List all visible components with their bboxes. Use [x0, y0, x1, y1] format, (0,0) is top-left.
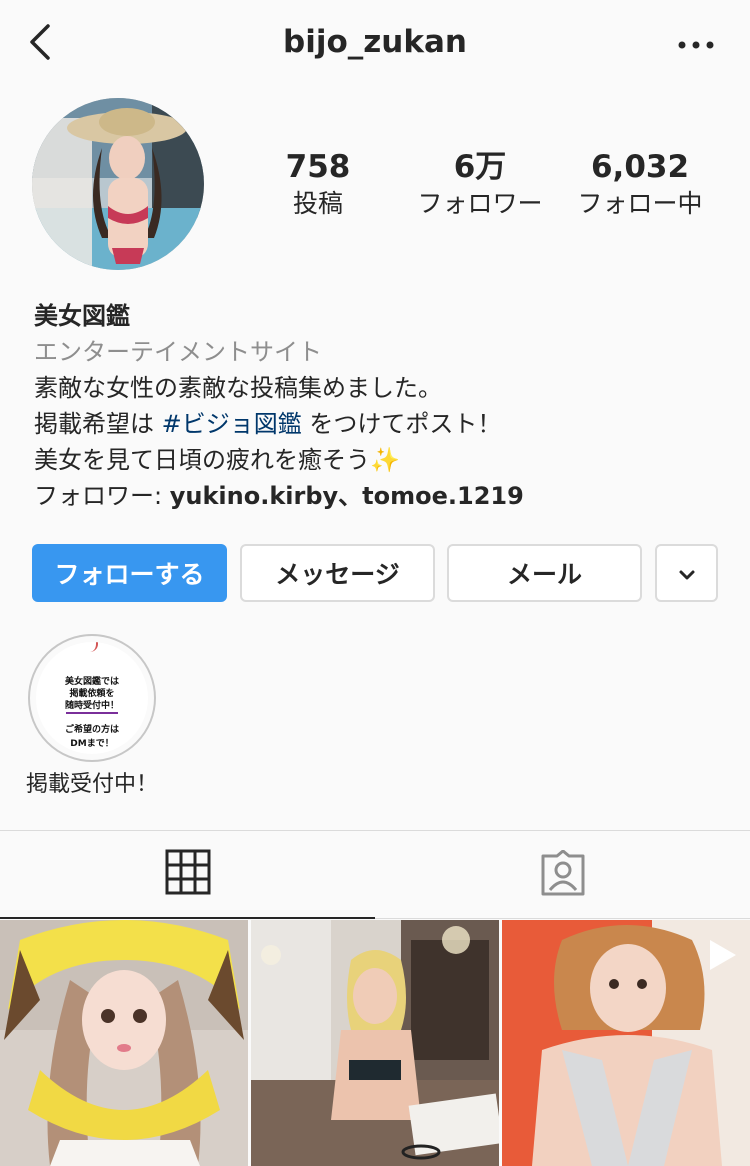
highlight-cover-line: 随時受付中！: [64, 701, 119, 711]
post-thumbnail[interactable]: [502, 920, 750, 1166]
followed-by-prefix: フォロワー:: [34, 482, 170, 510]
top-bar: bijo_zukan: [0, 0, 750, 88]
bio-line-1: 素敵な女性の素敵な投稿集めました。: [34, 374, 442, 402]
suggested-accounts-button[interactable]: [655, 544, 718, 602]
profile-category: エンターテイメントサイト: [34, 338, 322, 366]
following-count: 6,032: [590, 149, 690, 185]
post-thumbnail[interactable]: [0, 920, 248, 1166]
followers-count: 6万: [453, 149, 507, 185]
tagged-person-icon: [539, 849, 587, 900]
bio-line-3: 美女を見て日頃の疲れを癒そう✨: [34, 446, 400, 474]
story-highlight[interactable]: 美女図鑑では 掲載依頼を 随時受付中！ ご希望の方は DMまで！: [28, 634, 156, 762]
message-button[interactable]: メッセージ: [240, 544, 435, 602]
tab-grid[interactable]: [0, 831, 375, 919]
post-thumbnail[interactable]: [251, 920, 499, 1166]
story-highlight-cover: 美女図鑑では 掲載依頼を 随時受付中！ ご希望の方は DMまで！: [36, 642, 148, 754]
story-highlight-label: 掲載受付中！: [26, 772, 159, 797]
profile-bio: 美女図鑑 エンターテイメントサイト 素敵な女性の素敵な投稿集めました。 掲載希望…: [34, 298, 734, 514]
profile-display-name: 美女図鑑: [34, 302, 130, 330]
bio-hashtag-link[interactable]: #ビジョ図鑑: [162, 410, 302, 438]
highlight-cover-line: DMまで！: [70, 739, 114, 749]
tab-tagged[interactable]: [375, 831, 750, 919]
bio-line-2-suffix: をつけてポスト！: [301, 410, 502, 438]
decorative-line: [88, 642, 98, 652]
followers-label: フォロワー: [417, 189, 543, 218]
profile-avatar[interactable]: [32, 98, 204, 270]
underline-decoration: [66, 712, 118, 714]
profile-tabs: [0, 830, 750, 919]
followed-by-names[interactable]: yukino.kirby、tomoe.1219: [170, 482, 524, 510]
chevron-down-icon: [677, 559, 697, 588]
following-count-stat[interactable]: 6,032 フォロー中: [565, 148, 715, 222]
grid-icon: [165, 849, 211, 899]
video-play-icon: [704, 938, 738, 976]
mail-button[interactable]: メール: [447, 544, 642, 602]
followed-by[interactable]: フォロワー: yukino.kirby、tomoe.1219: [34, 478, 734, 514]
follow-button[interactable]: フォローする: [32, 544, 227, 602]
highlight-cover-line: ご希望の方は: [64, 725, 119, 735]
posts-count: 758: [285, 149, 351, 185]
bio-line-2: 掲載希望は #ビジョ図鑑 をつけてポスト！: [34, 406, 734, 442]
bio-line-2-prefix: 掲載希望は: [34, 410, 162, 438]
profile-username: bijo_zukan: [283, 24, 467, 60]
posts-count-stat[interactable]: 758 投稿: [258, 148, 378, 222]
followers-count-stat[interactable]: 6万 フォロワー: [400, 148, 560, 222]
more-horizontal-icon[interactable]: [676, 30, 716, 60]
posts-label: 投稿: [292, 189, 343, 218]
following-label: フォロー中: [577, 189, 703, 218]
